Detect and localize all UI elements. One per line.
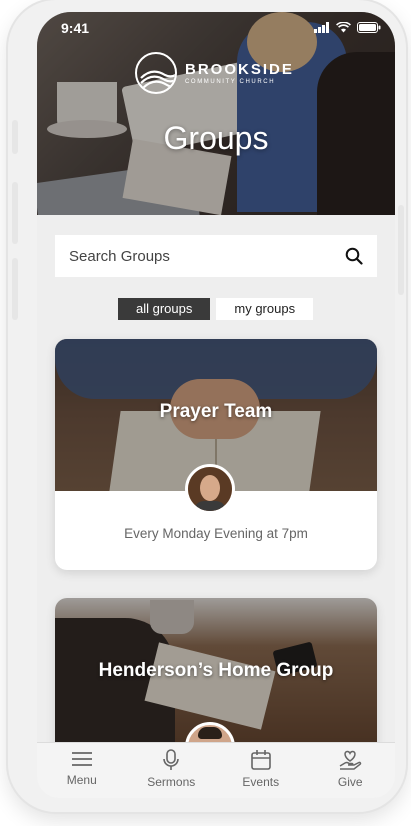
- group-filter-tabs: all groups my groups: [118, 298, 314, 320]
- nav-menu[interactable]: Menu: [37, 743, 127, 798]
- tab-my-groups[interactable]: my groups: [216, 298, 314, 320]
- signal-icon: [314, 22, 329, 33]
- microphone-icon: [163, 749, 180, 770]
- menu-icon: [71, 752, 92, 766]
- status-bar: 9:41: [37, 12, 395, 42]
- give-heart-hand-icon: [339, 750, 362, 770]
- church-logo: BROOKSIDE COMMUNITY CHURCH: [135, 52, 294, 94]
- brand-name: BROOKSIDE: [185, 61, 294, 78]
- bottom-navigation: Menu Sermons Events Give: [37, 742, 395, 798]
- search-input[interactable]: Search Groups: [69, 248, 345, 265]
- group-card[interactable]: Henderson’s Home Group: [55, 598, 377, 758]
- phone-side-button: [12, 120, 18, 154]
- group-title: Henderson’s Home Group: [98, 660, 334, 681]
- nav-label: Sermons: [147, 775, 196, 789]
- calendar-icon: [250, 750, 271, 770]
- brookside-logo-icon: [135, 52, 177, 94]
- status-icons: [314, 22, 381, 33]
- nav-sermons[interactable]: Sermons: [127, 743, 217, 798]
- nav-label: Menu: [66, 773, 97, 787]
- nav-give[interactable]: Give: [306, 743, 396, 798]
- tab-all-groups[interactable]: all groups: [118, 298, 211, 320]
- phone-volume-down: [12, 258, 18, 320]
- phone-power-button: [398, 205, 404, 295]
- search-bar[interactable]: Search Groups: [55, 235, 377, 277]
- group-card[interactable]: Prayer Team Every Monday Evening at 7pm: [55, 339, 377, 570]
- phone-volume-up: [12, 182, 18, 244]
- avatar: [185, 464, 235, 514]
- hero-overlay: [37, 12, 395, 215]
- nav-events[interactable]: Events: [216, 743, 306, 798]
- brand-subtitle: COMMUNITY CHURCH: [185, 79, 276, 85]
- status-time: 9:41: [61, 20, 90, 36]
- group-schedule: Every Monday Evening at 7pm: [124, 526, 308, 541]
- wifi-icon: [336, 22, 351, 33]
- app-screen: 9:41 BROOKSIDE COMMUNITY CHURCH Groups S…: [37, 12, 395, 798]
- nav-label: Give: [337, 775, 363, 789]
- battery-icon: [357, 22, 381, 33]
- header-hero-image: 9:41 BROOKSIDE COMMUNITY CHURCH Groups: [37, 12, 395, 215]
- phone-frame: 9:41 BROOKSIDE COMMUNITY CHURCH Groups S…: [8, 0, 406, 812]
- search-icon[interactable]: [345, 247, 363, 265]
- group-title: Prayer Team: [159, 401, 273, 422]
- nav-label: Events: [242, 775, 280, 789]
- page-title: Groups: [163, 120, 269, 156]
